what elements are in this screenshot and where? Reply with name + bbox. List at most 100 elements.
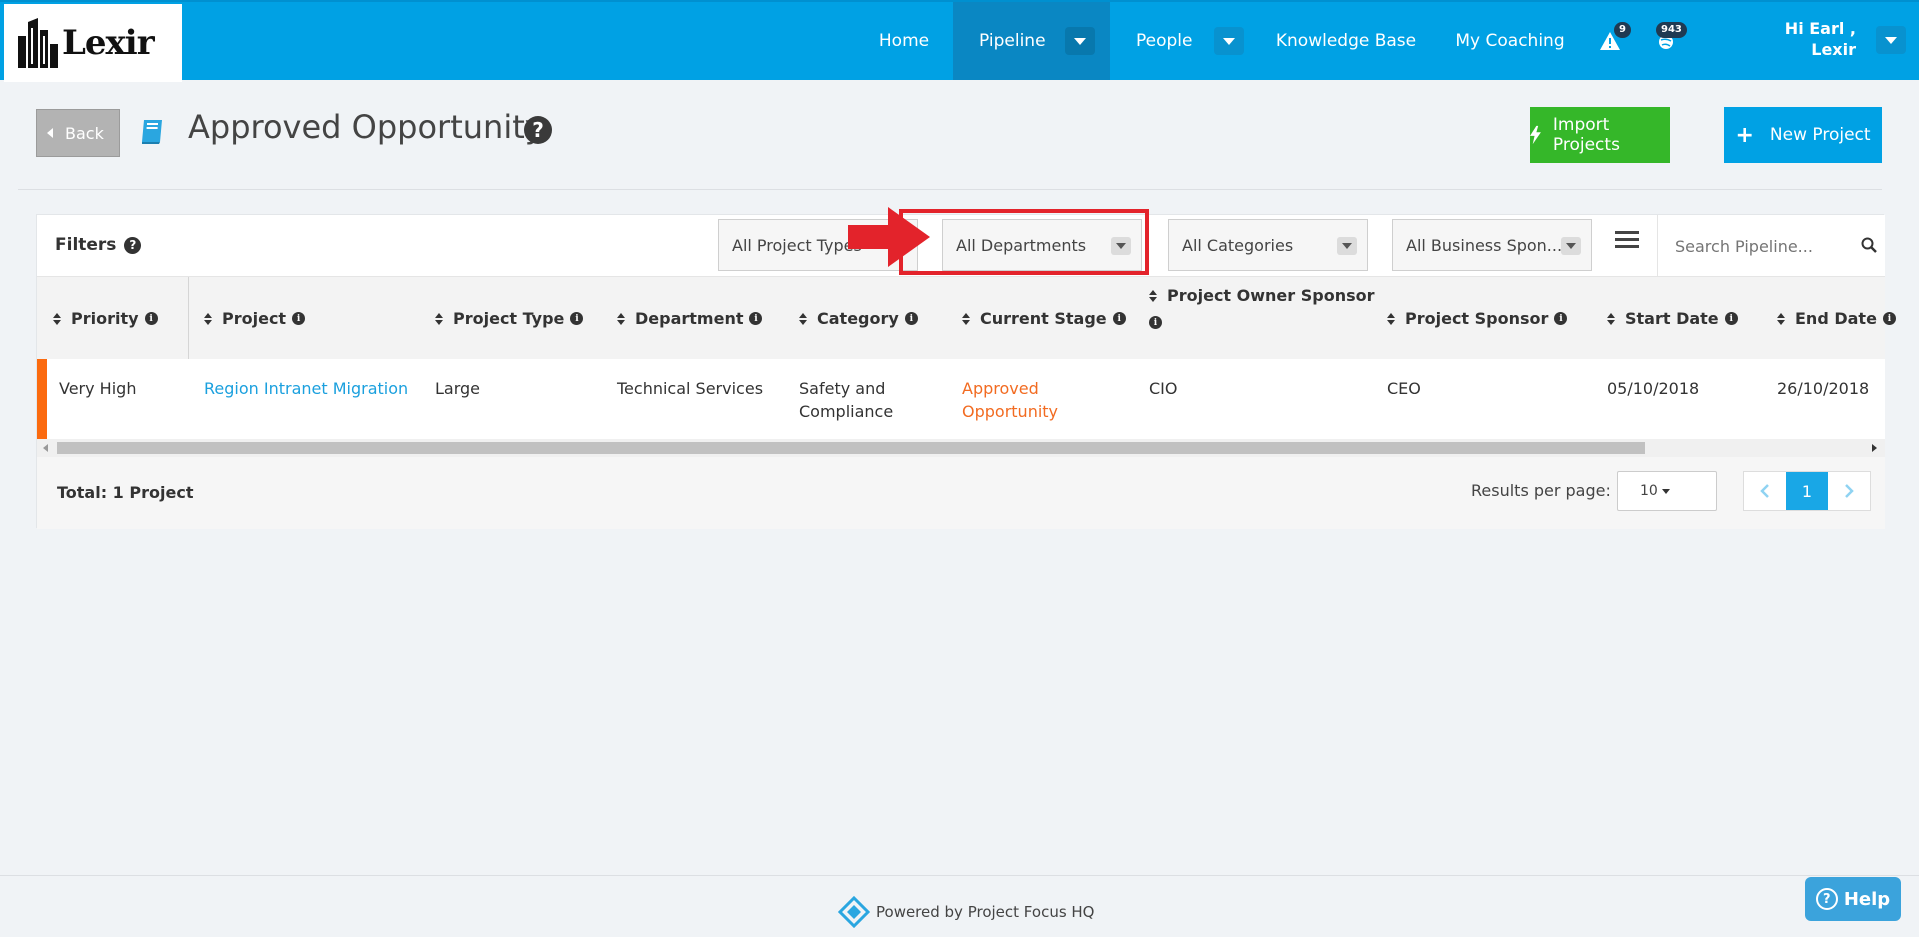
project-focus-logo-icon [838,896,870,928]
sort-icon [962,312,970,325]
footer-divider [0,875,1919,876]
col-header-label: Project Owner Sponsor [1167,286,1375,305]
col-header-project-sponsor[interactable]: Project Sponsor i [1387,309,1568,328]
help-button[interactable]: ? Help [1805,877,1901,921]
info-icon: i [570,312,584,325]
scroll-left-icon[interactable] [43,444,48,452]
column-divider [188,277,189,359]
col-header-start-date[interactable]: Start Date i [1607,309,1738,328]
pagination: 1 [1743,471,1871,511]
col-header-label: Department [635,309,744,328]
nav-knowledge-base[interactable]: Knowledge Base [1262,2,1430,80]
sort-icon [1777,312,1785,325]
col-header-current-stage[interactable]: Current Stage i [962,309,1126,328]
column-menu-icon[interactable] [1615,231,1639,252]
user-greeting-line1: Hi Earl , [1784,19,1856,38]
lightning-icon [1530,125,1541,145]
project-types-value: All Project Types [732,235,862,255]
page-title: Approved Opportunity [188,108,544,146]
back-button[interactable]: Back [36,109,120,157]
cell-stage-line1: Approved [962,379,1039,398]
help-question-icon[interactable]: ? [524,116,552,144]
sort-icon [799,312,807,325]
col-header-department[interactable]: Department i [617,309,763,328]
col-header-label: End Date [1795,309,1877,328]
chevron-down-icon [1074,37,1086,45]
nav-home[interactable]: Home [862,2,946,80]
results-per-page-select[interactable]: 10 [1617,471,1717,511]
page-1-button[interactable]: 1 [1786,472,1828,510]
scrollbar-thumb[interactable] [57,442,1645,454]
search-input[interactable] [1675,236,1855,256]
col-header-label: Project Sponsor [1405,309,1549,328]
new-project-button[interactable]: + New Project [1724,107,1882,163]
divider [18,189,1882,190]
table-row[interactable]: Very High Region Intranet Migration Larg… [37,359,1885,439]
people-dropdown-button[interactable] [1214,27,1244,55]
user-dropdown-button[interactable] [1876,26,1906,54]
col-header-project[interactable]: Project i [204,309,306,328]
cell-project-link[interactable]: Region Intranet Migration [204,377,408,400]
departments-select[interactable]: All Departments [942,219,1142,271]
sort-icon [617,312,625,325]
cell-project-type: Large [435,379,481,398]
import-projects-button[interactable]: Import Projects [1530,107,1670,163]
building-logo-icon [18,18,58,68]
col-header-project-owner-sponsor[interactable]: Project Owner Sponsor [1149,286,1375,305]
business-sponsor-value: All Business Spon... [1406,235,1563,255]
info-icon: i [1149,316,1162,329]
filters-label: Filters ? [55,235,142,255]
pipeline-panel: Filters ? All Project Types All Departme… [36,214,1896,529]
next-page-button[interactable] [1828,472,1870,510]
search-icon[interactable] [1861,237,1877,253]
sort-icon [1387,312,1395,325]
nav-knowledge-base-label: Knowledge Base [1275,31,1417,51]
globe-button[interactable]: 943 [1656,22,1687,54]
cell-department: Technical Services [617,379,764,398]
business-sponsor-select[interactable]: All Business Spon... [1392,219,1592,271]
nav-my-coaching[interactable]: My Coaching [1448,2,1572,80]
col-header-project-type[interactable]: Project Type i [435,309,584,328]
results-per-page-value: 10 [1640,483,1658,499]
lexir-logo[interactable]: Lexir [4,4,182,82]
alerts-count-badge: 9 [1614,22,1631,38]
question-circle-icon: ? [1815,888,1838,910]
cell-current-stage: Approved Opportunity [962,377,1058,423]
pipeline-dropdown-button[interactable] [1065,27,1095,55]
prev-page-button[interactable] [1744,472,1786,510]
scroll-right-icon[interactable] [1872,444,1877,452]
back-button-label: Back [65,123,104,143]
globe-count-badge: 943 [1656,22,1687,38]
nav-my-coaching-label: My Coaching [1455,31,1565,51]
col-header-category[interactable]: Category i [799,309,918,328]
logo-text: Lexir [62,23,155,63]
info-icon: i [1724,312,1738,325]
total-count: Total: 1 Project [57,483,194,502]
chevron-down-icon [1337,237,1357,255]
red-arrow-annotation [848,207,930,267]
user-menu[interactable]: Hi Earl , Lexir [1760,18,1856,60]
chevron-down-icon [1223,37,1235,45]
top-nav-bar: Lexir Home Pipeline People Knowledge Bas… [0,0,1919,82]
sort-icon [204,312,212,325]
categories-value: All Categories [1182,235,1294,255]
sort-icon [435,312,443,325]
cell-category-line1: Safety and [799,379,886,398]
powered-by[interactable]: Powered by Project Focus HQ [838,896,1095,928]
col-header-end-date[interactable]: End Date i [1777,309,1896,328]
col-header-priority[interactable]: Priority i [53,309,158,328]
categories-select[interactable]: All Categories [1168,219,1368,271]
chevron-down-icon [1885,36,1897,44]
alerts-button[interactable]: 9 [1598,22,1631,54]
filters-help-icon[interactable]: ? [124,236,142,254]
nav-people[interactable]: People [1110,2,1244,80]
nav-pipeline[interactable]: Pipeline [953,2,1110,80]
sort-icon [53,312,61,325]
col-header-label: Priority [71,309,139,328]
info-icon: i [904,312,918,325]
nav-home-label: Home [878,31,930,51]
sort-icon [1149,289,1157,302]
priority-flag [37,359,47,439]
chevron-right-icon [1845,484,1854,498]
horizontal-scrollbar[interactable] [37,439,1885,457]
